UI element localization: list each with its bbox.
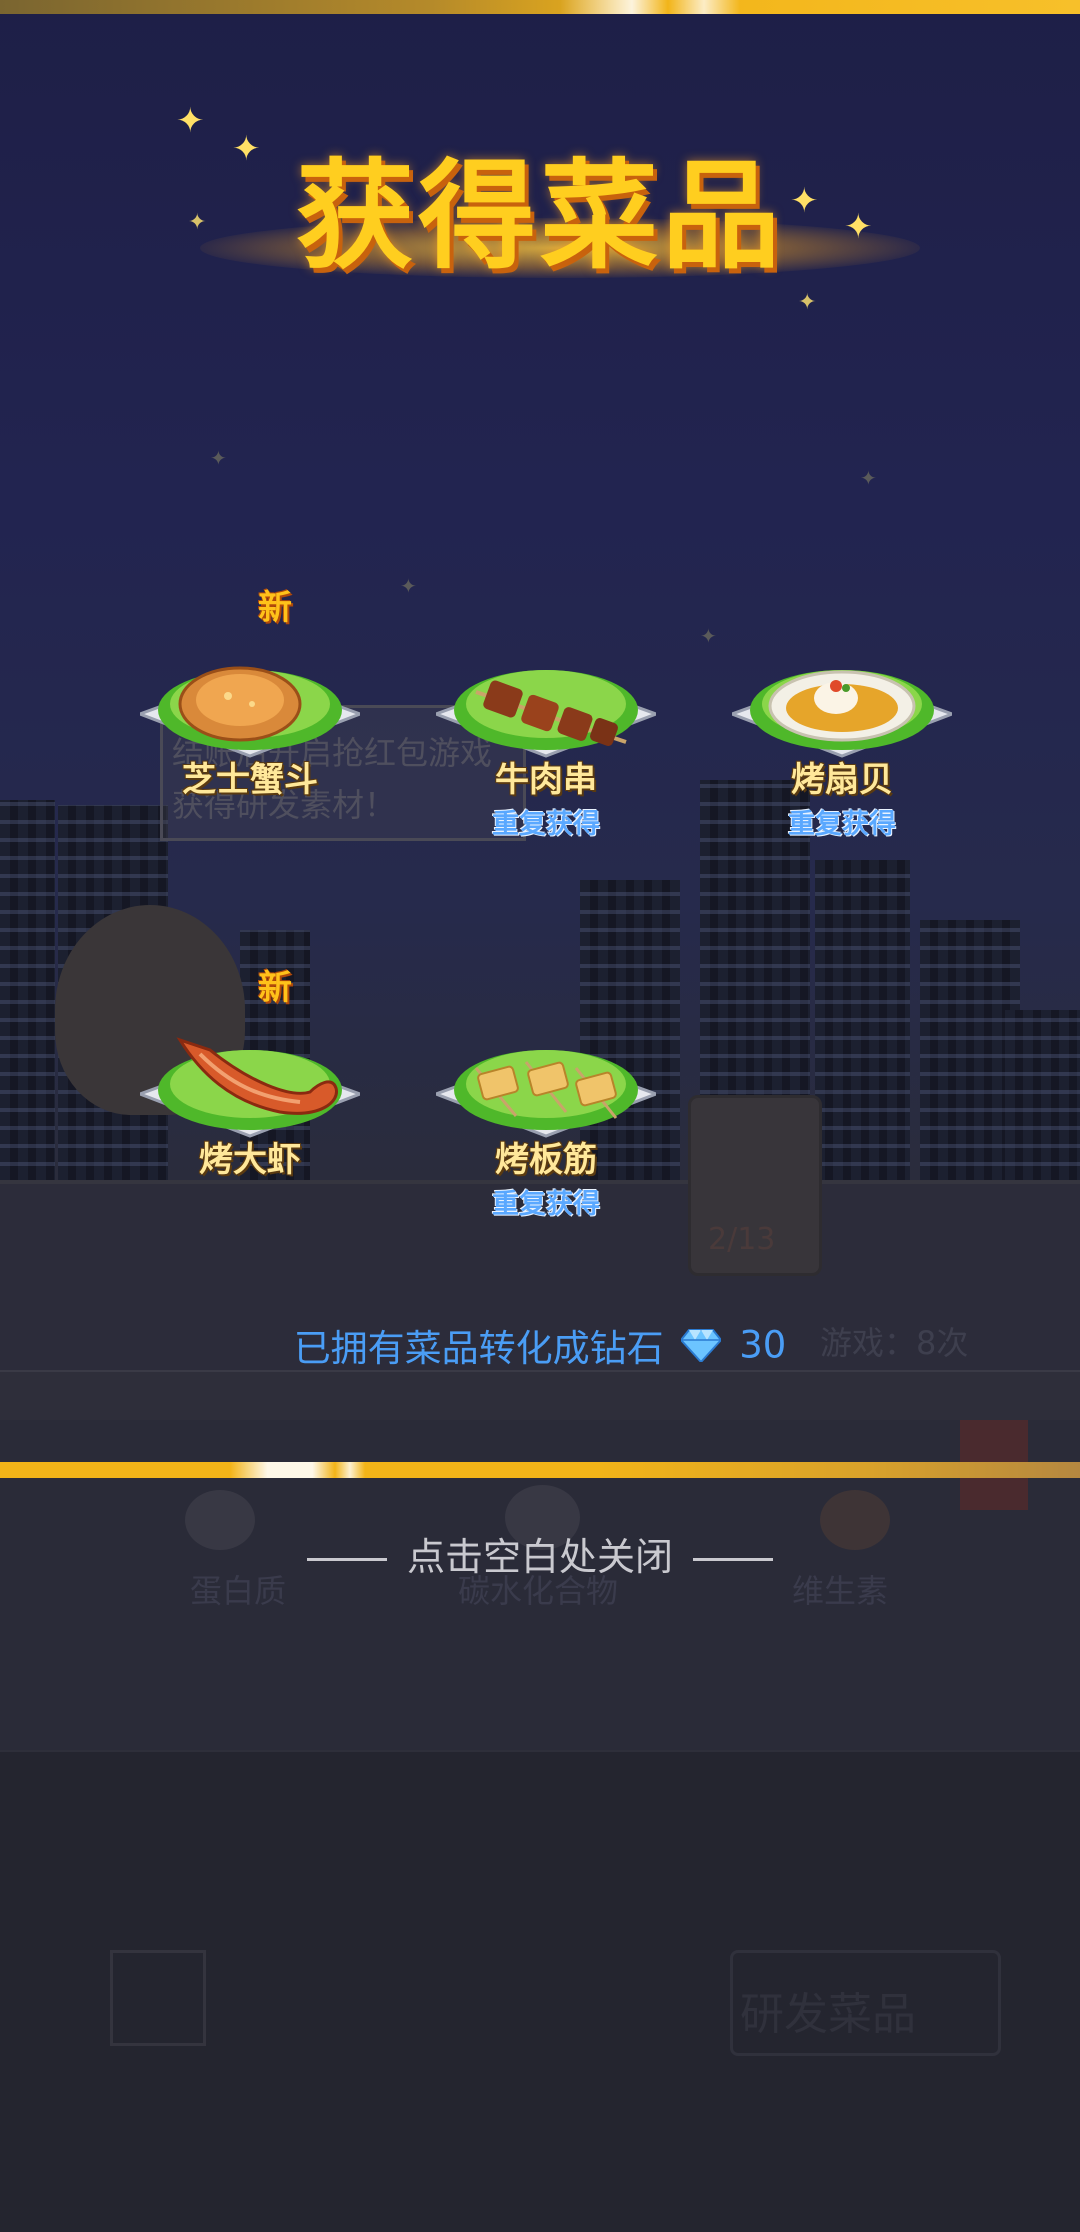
new-badge: 新: [258, 968, 292, 1008]
dish-status: 重复获得: [492, 809, 600, 840]
sparkle-icon: ✦: [188, 210, 207, 235]
conversion-line: 已拥有菜品转化成钻石 30: [0, 1318, 1080, 1372]
close-hint[interactable]: 点击空白处关闭: [0, 1526, 1080, 1581]
dish-name: 牛肉串: [495, 760, 597, 800]
hint-dash-right: [693, 1558, 773, 1561]
conversion-text: 已拥有菜品转化成钻石: [293, 1327, 664, 1370]
sparkle-icon: ✦: [700, 624, 717, 648]
new-badge: 新: [258, 588, 292, 628]
dish-name: 烤扇贝: [791, 760, 893, 800]
beef-skewer-dish-icon: [436, 670, 656, 758]
dish-name: 烤大虾: [199, 1140, 301, 1180]
dish-status: 重复获得: [492, 1189, 600, 1220]
dish-card-cheese-crab: 新 芝士蟹斗: [130, 588, 370, 872]
dialog-title: 获得菜品: [295, 147, 784, 285]
dish-card-grilled-scallop: 烤扇贝 重复获得: [722, 612, 962, 872]
sparkle-icon: ✦: [400, 574, 417, 598]
top-gold-bar: [0, 0, 1080, 14]
diamond-count: 30: [739, 1323, 787, 1367]
sparkle-icon: ✦: [860, 466, 877, 490]
grilled-scallop-dish-icon: [732, 670, 952, 758]
dish-card-grilled-tendon: 烤板筋 重复获得: [426, 992, 666, 1252]
sparkle-icon: ✦: [790, 181, 819, 221]
close-hint-text: 点击空白处关闭: [406, 1535, 673, 1579]
dish-name: 芝士蟹斗: [182, 760, 318, 800]
sparkle-icon: ✦: [798, 290, 817, 315]
dish-status: 重复获得: [788, 809, 896, 840]
sparkle-icon: ✦: [176, 101, 205, 141]
diamond-icon: [681, 1329, 722, 1362]
divider-gold-bar: [0, 1462, 1080, 1478]
grilled-tendon-dish-icon: [436, 1050, 656, 1138]
sparkle-icon: ✦: [232, 129, 261, 169]
dish-card-beef-skewer: 牛肉串 重复获得: [426, 612, 666, 872]
grilled-prawn-dish-icon: [140, 1037, 360, 1138]
dish-name: 烤板筋: [495, 1140, 597, 1180]
hint-dash-left: [306, 1558, 387, 1561]
sparkle-icon: ✦: [210, 446, 227, 470]
dish-card-grilled-prawn: 新 烤大虾: [130, 968, 370, 1252]
cheese-crab-dish-icon: [140, 666, 360, 758]
dish-reward-overlay[interactable]: 获得菜品 ✦ ✦ ✦ ✦ ✦ ✦ ✦ ✦ ✦ ✦ 新 芝士蟹斗 牛肉串 重复获得…: [0, 0, 1080, 2232]
sparkle-icon: ✦: [844, 207, 873, 247]
